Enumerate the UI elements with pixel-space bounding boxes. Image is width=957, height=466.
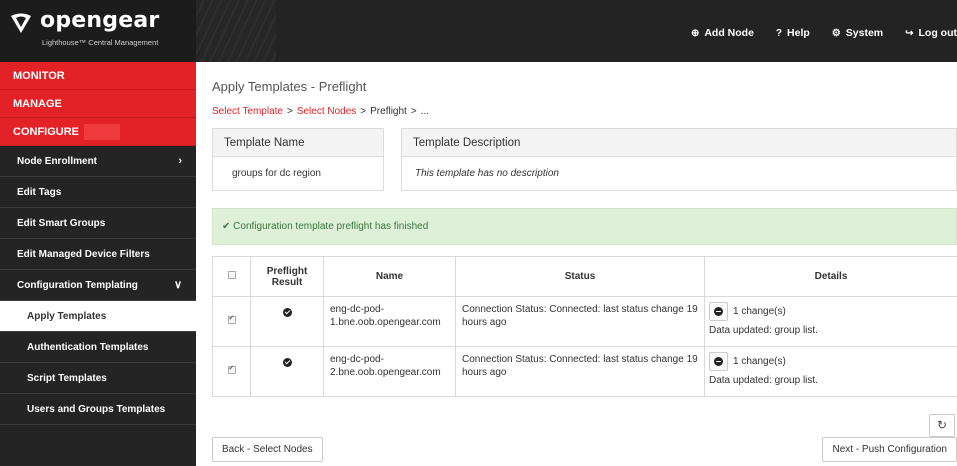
top-bar: opengear Lighthouse™ Central Management … [0, 0, 957, 62]
sidebar-item-label: Edit Managed Device Filters [17, 249, 150, 260]
add-node-button[interactable]: ⊕ Add Node [691, 27, 754, 39]
select-all-cell [212, 256, 251, 297]
sidebar-item-edit-smart-groups[interactable]: Edit Smart Groups [0, 208, 196, 239]
add-node-label: Add Node [704, 27, 754, 39]
sidebar-item-label: Edit Smart Groups [17, 218, 106, 229]
row-select-cell [212, 296, 251, 347]
back-select-nodes-button[interactable]: Back - Select Nodes [212, 437, 323, 462]
preflight-result-cell [250, 296, 324, 347]
preflight-result-cell [250, 346, 324, 397]
column-header-status: Status [455, 256, 705, 297]
breadcrumb-separator: > [410, 106, 417, 117]
system-button[interactable]: ⚙ System [832, 27, 883, 39]
template-description-card: Template Description This template has n… [401, 128, 957, 191]
main-content: Apply Templates - Preflight Select Templ… [196, 62, 957, 466]
breadcrumb-separator: > [286, 106, 293, 117]
sidebar-subitem-apply-templates[interactable]: Apply Templates [0, 301, 196, 332]
logout-button[interactable]: ↪ Log out [905, 27, 957, 39]
changes-count: 1 change(s) [733, 356, 786, 367]
refresh-icon: ↻ [936, 418, 948, 432]
node-name: eng-dc-pod-2.bne.oob.opengear.com [323, 346, 456, 397]
check-circle-icon [282, 357, 292, 367]
node-name: eng-dc-pod-1.bne.oob.opengear.com [323, 296, 456, 347]
plus-circle-icon: ⊕ [690, 27, 700, 39]
chevron-right-icon: › [178, 155, 182, 167]
template-name-header: Template Name [213, 129, 383, 157]
template-description-value: This template has no description [415, 168, 559, 179]
minus-circle-icon [714, 307, 723, 316]
minus-circle-icon [714, 357, 723, 366]
breadcrumb-select-nodes[interactable]: Select Nodes [297, 106, 356, 117]
sidebar-item-edit-tags[interactable]: Edit Tags [0, 177, 196, 208]
success-alert: ✔ Configuration template preflight has f… [212, 208, 957, 245]
header-pattern [196, 0, 276, 62]
select-all-checkbox[interactable] [227, 271, 236, 279]
column-header-name: Name [323, 256, 456, 297]
sidebar-section-monitor[interactable]: MONITOR [0, 62, 196, 90]
sidebar-section-configure[interactable]: CONFIGURE [0, 118, 196, 146]
next-push-configuration-button[interactable]: Next - Push Configuration [822, 437, 957, 462]
preflight-table: Preflight Result Name Status Details eng… [212, 256, 957, 397]
node-status: Connection Status: Connected: last statu… [455, 346, 705, 397]
template-name-value: groups for dc region [232, 168, 321, 179]
row-checkbox[interactable] [227, 364, 236, 374]
brand-subtitle: Lighthouse™ Central Management [42, 38, 159, 47]
changes-count: 1 change(s) [733, 306, 786, 317]
opengear-logo-icon [11, 13, 31, 33]
sidebar-item-configuration-templating[interactable]: Configuration Templating ∨ [0, 270, 196, 301]
details-text: Data updated: group list. [709, 375, 818, 386]
breadcrumb-separator: > [360, 106, 367, 117]
template-name-card: Template Name groups for dc region [212, 128, 384, 191]
sidebar-item-label: Edit Tags [17, 187, 62, 198]
details-cell: 1 change(s) Data updated: group list. [704, 346, 957, 397]
column-header-preflight-result: Preflight Result [250, 256, 324, 297]
column-header-details: Details [704, 256, 957, 297]
table-row: eng-dc-pod-2.bne.oob.opengear.com Connec… [212, 346, 957, 397]
collapse-button[interactable] [709, 352, 728, 371]
sidebar-item-edit-managed-device-filters[interactable]: Edit Managed Device Filters [0, 239, 196, 270]
success-alert-text: ✔ Configuration template preflight has f… [222, 221, 429, 232]
row-select-cell [212, 346, 251, 397]
changes-toggle: 1 change(s) [709, 352, 953, 371]
check-circle-icon [282, 307, 292, 317]
breadcrumb: Select Template > Select Nodes > Preflight >.… [212, 106, 429, 117]
logout-icon: ↪ [905, 27, 914, 39]
brand-name: opengear [40, 8, 160, 33]
refresh-button[interactable]: ↻ [929, 414, 955, 437]
sidebar-item-node-enrollment[interactable]: Node Enrollment › [0, 146, 196, 177]
breadcrumb-select-template[interactable]: Select Template [212, 106, 283, 117]
question-circle-icon: ? [775, 27, 783, 39]
gear-icon: ⚙ [831, 27, 841, 39]
sidebar-subitem-users-groups-templates[interactable]: Users and Groups Templates [0, 394, 196, 425]
chevron-down-icon: ∨ [173, 279, 182, 291]
sidebar-item-label: Node Enrollment [17, 156, 98, 167]
sidebar-subitem-authentication-templates[interactable]: Authentication Templates [0, 332, 196, 363]
breadcrumb-ellipsis: ... [420, 106, 430, 117]
breadcrumb-preflight: Preflight [370, 106, 407, 117]
logout-label: Log out [918, 27, 957, 39]
help-label: Help [787, 27, 810, 39]
top-nav: ⊕ Add Node ? Help ⚙ System ↪ Log out [669, 27, 957, 39]
details-cell: 1 change(s) Data updated: group list. [704, 296, 957, 347]
sidebar-subitem-script-templates[interactable]: Script Templates [0, 363, 196, 394]
table-header-row: Preflight Result Name Status Details [212, 256, 957, 297]
page-title: Apply Templates - Preflight [212, 79, 367, 94]
details-text: Data updated: group list. [709, 325, 818, 336]
collapse-button[interactable] [709, 302, 728, 321]
row-checkbox[interactable] [227, 314, 236, 324]
brand-logo[interactable]: opengear Lighthouse™ Central Management [0, 0, 196, 62]
node-status: Connection Status: Connected: last statu… [455, 296, 705, 347]
sidebar: MONITOR MANAGE CONFIGURE Node Enrollment… [0, 62, 196, 466]
sidebar-section-manage[interactable]: MANAGE [0, 90, 196, 118]
system-label: System [845, 27, 884, 39]
template-description-header: Template Description [402, 129, 956, 157]
table-row: eng-dc-pod-1.bne.oob.opengear.com Connec… [212, 296, 957, 347]
sidebar-item-label: Configuration Templating [17, 280, 138, 291]
help-button[interactable]: ? Help [776, 27, 810, 39]
changes-toggle: 1 change(s) [709, 302, 953, 321]
